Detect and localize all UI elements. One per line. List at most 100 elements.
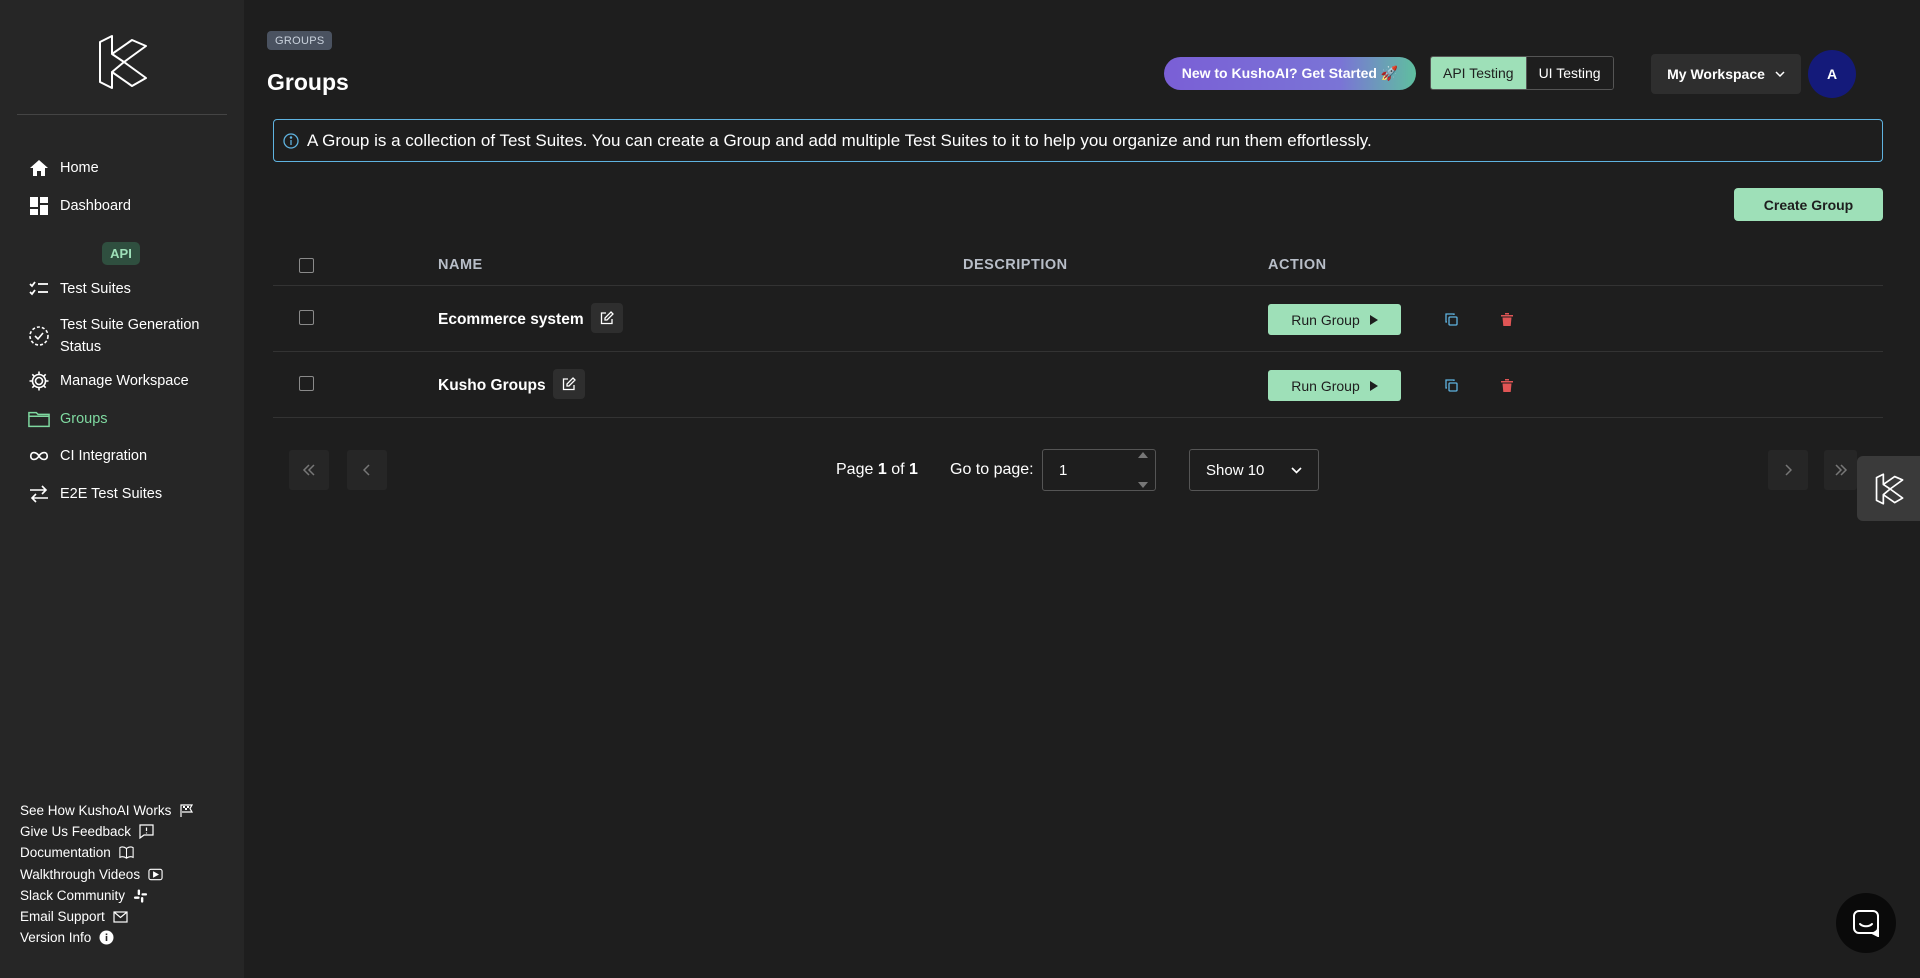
folder-icon (28, 408, 50, 430)
footer-link-label: Slack Community (20, 888, 126, 903)
gear-icon (28, 370, 50, 392)
run-group-label: Run Group (1291, 311, 1360, 328)
play-icon (1369, 380, 1378, 391)
run-group-button[interactable]: Run Group (1268, 370, 1401, 401)
stepper-down-icon[interactable] (1138, 482, 1148, 488)
book-icon (119, 845, 134, 860)
sidebar-item-test-suites[interactable]: Test Suites (28, 278, 228, 300)
footer-link-slack-community[interactable]: Slack Community (20, 888, 148, 903)
page-prefix: Page (836, 461, 874, 478)
current-page: 1 (877, 461, 887, 478)
checklist-icon (28, 278, 50, 300)
chevron-down-icon (1291, 466, 1302, 474)
copy-icon (1444, 378, 1458, 392)
flag-icon (179, 803, 194, 818)
run-group-label: Run Group (1291, 377, 1360, 394)
avatar[interactable]: A (1808, 50, 1856, 98)
groups-table: NAME DESCRIPTION ACTION Ecommerce system… (273, 246, 1883, 418)
sidebar-item-label: Dashboard (60, 198, 131, 214)
get-started-button[interactable]: New to KushoAI? Get Started 🚀 (1164, 57, 1416, 90)
footer-link-label: Email Support (20, 909, 105, 924)
sidebar-item-label: Test Suites (60, 281, 131, 297)
sidebar-item-label: Groups (60, 411, 108, 427)
sidebar-item-label: E2E Test Suites (60, 486, 163, 502)
chat-icon (1852, 909, 1880, 937)
edit-group-button[interactable] (591, 303, 623, 333)
sidebar-item-ci-integration[interactable]: CI Integration (28, 445, 228, 467)
page-stepper[interactable] (1136, 452, 1150, 488)
page-of: of (891, 461, 905, 478)
group-name[interactable]: Kusho Groups (438, 377, 546, 395)
page-size-value: Show 10 (1206, 461, 1265, 479)
delete-button[interactable] (1497, 309, 1517, 329)
sidebar-item-label: Home (60, 160, 99, 176)
double-chevron-right-icon (1834, 464, 1848, 476)
last-page-button[interactable] (1824, 450, 1857, 490)
create-group-button[interactable]: Create Group (1734, 188, 1883, 221)
kusho-logo[interactable] (92, 32, 152, 92)
sidebar-item-generation-status[interactable]: Test Suite Generation Status (28, 314, 228, 358)
sidebar-item-label: Manage Workspace (60, 373, 189, 389)
footer-link-how-it-works[interactable]: See How KushoAI Works (20, 803, 194, 818)
column-header-action: ACTION (1268, 257, 1327, 273)
select-all-checkbox[interactable] (299, 258, 314, 273)
infinity-icon (28, 445, 50, 467)
sidebar-item-label: CI Integration (60, 448, 148, 464)
sidebar-item-e2e-test-suites[interactable]: E2E Test Suites (28, 483, 228, 505)
footer-link-email-support[interactable]: Email Support (20, 909, 128, 924)
api-section-badge: API (102, 242, 140, 265)
row-checkbox[interactable] (299, 310, 314, 325)
first-page-button[interactable] (289, 450, 329, 490)
page-title: Groups (267, 69, 349, 95)
delete-button[interactable] (1497, 375, 1517, 395)
run-group-button[interactable]: Run Group (1268, 304, 1401, 335)
tab-ui-testing[interactable]: UI Testing (1525, 57, 1613, 89)
table-row: Kusho Groups Run Group (273, 352, 1883, 418)
workspace-name: My Workspace (1667, 66, 1765, 82)
footer-link-documentation[interactable]: Documentation (20, 845, 134, 860)
video-icon (148, 867, 163, 882)
sidebar-item-manage-workspace[interactable]: Manage Workspace (28, 370, 228, 392)
footer-link-version-info[interactable]: Version Info (20, 930, 114, 945)
previous-page-button[interactable] (347, 450, 387, 490)
info-banner: A Group is a collection of Test Suites. … (273, 119, 1883, 162)
copy-icon (1444, 312, 1458, 326)
column-header-description[interactable]: DESCRIPTION (963, 257, 1068, 273)
footer-link-feedback[interactable]: Give Us Feedback (20, 824, 154, 839)
group-name[interactable]: Ecommerce system (438, 311, 584, 329)
double-chevron-left-icon (302, 464, 316, 476)
info-icon (99, 930, 114, 945)
chat-support-button[interactable] (1836, 893, 1896, 953)
breadcrumb[interactable]: GROUPS (267, 31, 333, 50)
goto-page-label: Go to page: (950, 461, 1034, 478)
sidebar-item-groups[interactable]: Groups (28, 408, 228, 430)
footer-link-label: See How KushoAI Works (20, 803, 172, 818)
sidebar-item-home[interactable]: Home (28, 157, 228, 179)
next-page-button[interactable] (1768, 450, 1808, 490)
tab-api-testing[interactable]: API Testing (1431, 57, 1526, 89)
kusho-assistant-tab[interactable] (1857, 456, 1920, 521)
footer-link-label: Walkthrough Videos (20, 867, 141, 882)
info-circle-icon (283, 132, 299, 149)
sidebar: Home Dashboard API Test Suites Test Suit… (0, 0, 244, 978)
dashboard-icon (28, 195, 50, 217)
copy-button[interactable] (1441, 375, 1461, 395)
kusho-logo-icon (1872, 472, 1906, 506)
home-icon (28, 157, 50, 179)
footer-link-walkthrough-videos[interactable]: Walkthrough Videos (20, 867, 163, 882)
table-row: Ecommerce system Run Group (273, 286, 1883, 352)
copy-button[interactable] (1441, 309, 1461, 329)
row-checkbox[interactable] (299, 376, 314, 391)
column-header-name[interactable]: NAME (438, 257, 483, 273)
stepper-up-icon[interactable] (1138, 452, 1148, 458)
feedback-icon (139, 824, 154, 839)
page-size-select[interactable]: Show 10 (1189, 449, 1319, 491)
workspace-selector[interactable]: My Workspace (1651, 54, 1801, 94)
footer-link-label: Give Us Feedback (20, 824, 132, 839)
sidebar-divider (17, 114, 227, 115)
edit-group-button[interactable] (553, 369, 585, 399)
sidebar-item-label: Test Suite Generation Status (60, 317, 200, 355)
sidebar-item-dashboard[interactable]: Dashboard (28, 195, 228, 217)
chevron-down-icon (1775, 71, 1785, 77)
total-pages: 1 (908, 461, 918, 478)
